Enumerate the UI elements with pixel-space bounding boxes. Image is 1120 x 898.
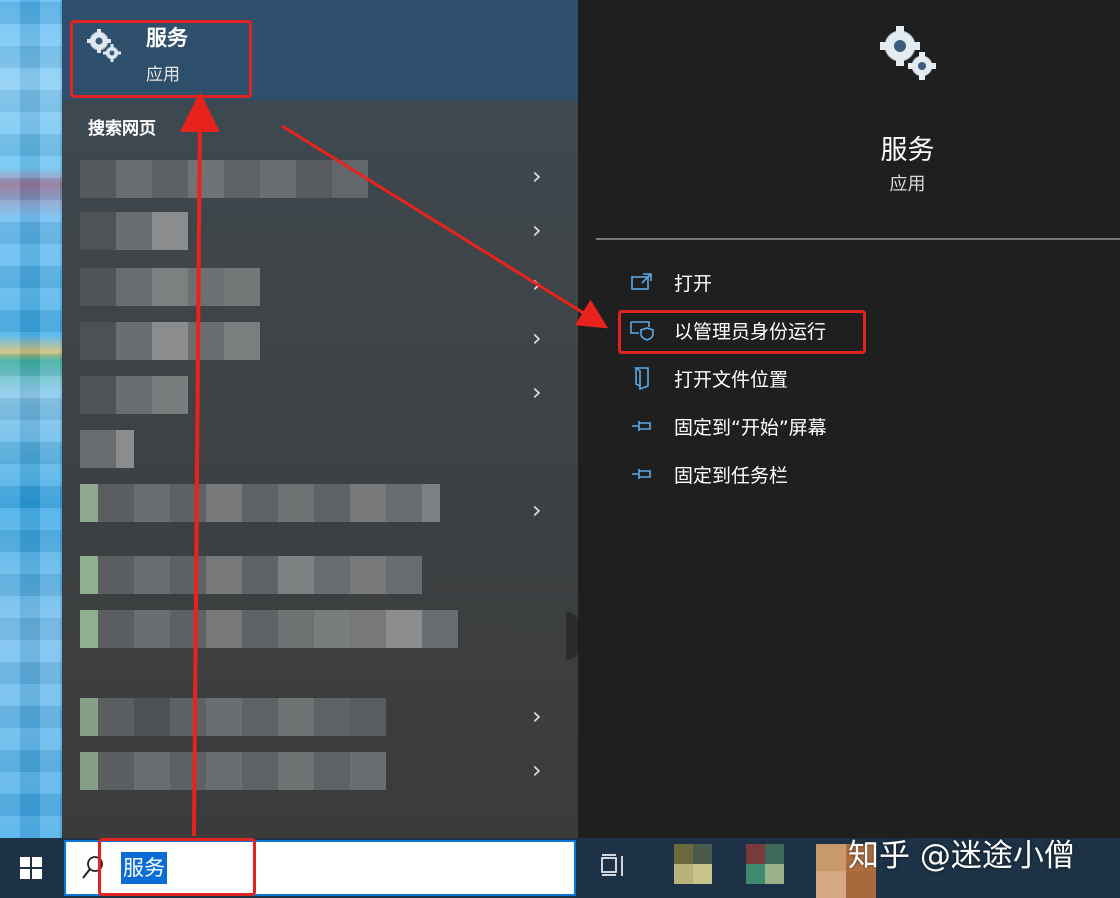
web-result-item[interactable] bbox=[80, 556, 422, 594]
highlight-box-run-as-admin bbox=[618, 310, 866, 354]
desktop-background bbox=[0, 0, 62, 838]
taskbar-app-button[interactable] bbox=[674, 844, 712, 884]
gear-icon bbox=[880, 26, 936, 80]
action-label: 打开文件位置 bbox=[674, 368, 789, 391]
web-result-item[interactable] bbox=[80, 610, 458, 648]
app-title: 服务 bbox=[880, 135, 935, 166]
file-location-icon bbox=[628, 366, 656, 390]
watermark-text: 知乎 @迷途小僧 bbox=[848, 838, 1075, 874]
app-type: 应用 bbox=[889, 174, 926, 195]
chevron-right-icon[interactable]: › bbox=[532, 272, 542, 296]
web-result-item[interactable] bbox=[80, 268, 260, 306]
pin-to-start-action[interactable]: 固定到“开始”屏幕 bbox=[628, 408, 827, 444]
web-result-item[interactable] bbox=[80, 752, 386, 790]
start-button[interactable] bbox=[0, 838, 62, 898]
task-view-icon[interactable] bbox=[600, 853, 628, 879]
web-result-item[interactable] bbox=[80, 484, 440, 522]
web-result-item[interactable] bbox=[80, 698, 386, 736]
pin-icon bbox=[628, 462, 656, 486]
open-icon bbox=[628, 270, 656, 294]
web-result-item[interactable] bbox=[80, 430, 134, 468]
chevron-right-icon[interactable]: › bbox=[532, 758, 542, 782]
action-label: 固定到任务栏 bbox=[674, 464, 789, 487]
open-file-location-action[interactable]: 打开文件位置 bbox=[628, 360, 788, 396]
divider bbox=[596, 238, 1120, 240]
web-result-item[interactable] bbox=[80, 212, 188, 250]
action-label: 固定到“开始”屏幕 bbox=[674, 416, 827, 439]
pin-icon bbox=[628, 414, 656, 438]
action-label: 打开 bbox=[674, 272, 713, 295]
chevron-right-icon[interactable]: › bbox=[532, 498, 542, 522]
open-action[interactable]: 打开 bbox=[628, 264, 712, 300]
chevron-right-icon[interactable]: › bbox=[532, 704, 542, 728]
chevron-right-icon[interactable]: › bbox=[532, 380, 542, 404]
web-result-item[interactable] bbox=[80, 322, 260, 360]
taskbar-app-button[interactable] bbox=[746, 844, 784, 884]
highlight-box-search bbox=[98, 838, 256, 896]
chevron-right-icon[interactable]: › bbox=[532, 218, 542, 242]
chevron-right-icon[interactable]: › bbox=[532, 326, 542, 350]
highlight-box-best-match bbox=[70, 20, 252, 98]
windows-logo-icon bbox=[20, 857, 42, 879]
pin-to-taskbar-action[interactable]: 固定到任务栏 bbox=[628, 456, 788, 492]
web-result-item[interactable] bbox=[80, 376, 188, 414]
